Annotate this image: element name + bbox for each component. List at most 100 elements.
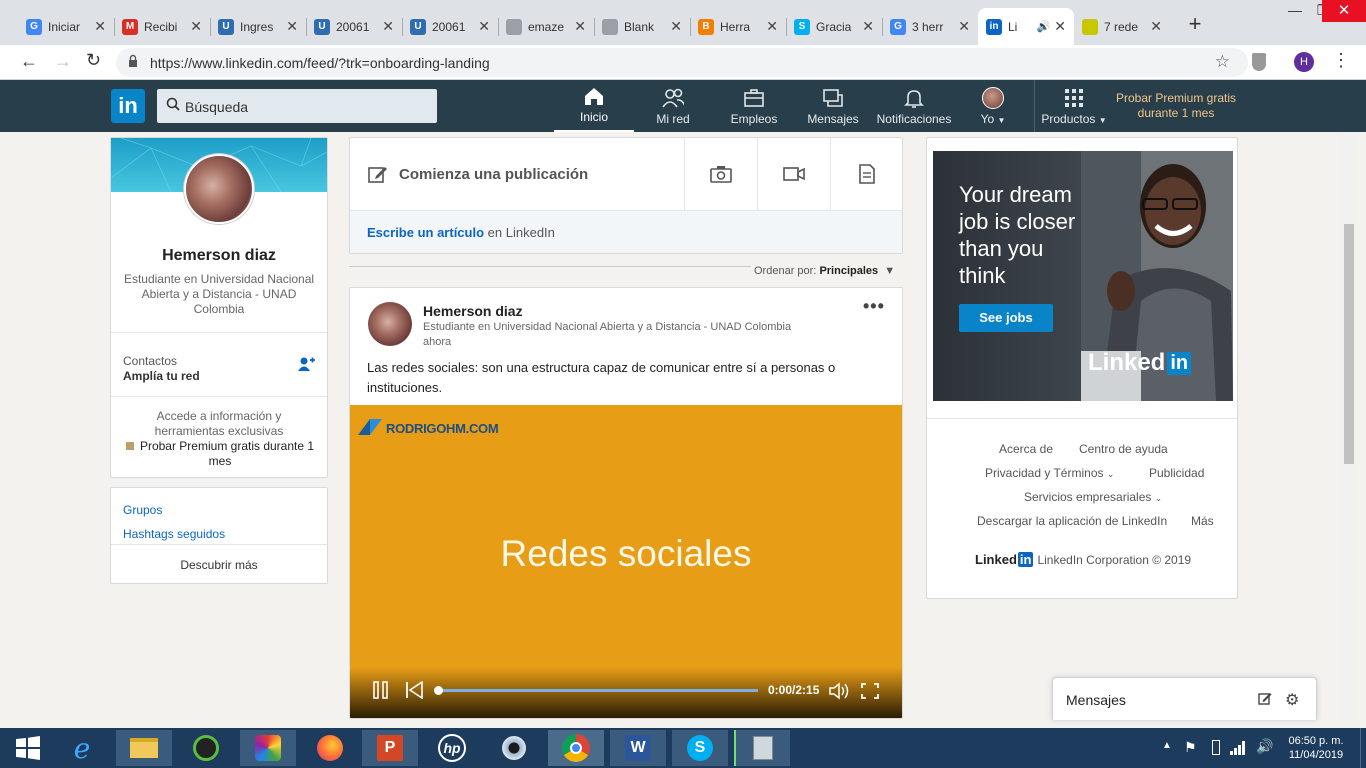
close-tab-icon[interactable]: ✕ (958, 18, 970, 35)
post-author-name[interactable]: Hemerson diaz (423, 303, 523, 319)
taskbar-explorer-icon[interactable] (116, 730, 172, 766)
close-tab-icon[interactable]: ✕ (670, 18, 682, 35)
browser-tab[interactable]: U 20061 ✕ (306, 8, 402, 45)
page-scrollbar[interactable] (1342, 132, 1356, 720)
forward-icon[interactable]: → (54, 51, 72, 72)
job-ad-banner[interactable]: Your dream job is closer than you think … (933, 151, 1233, 401)
compose-icon[interactable] (1258, 691, 1272, 708)
taskbar-chrome-icon[interactable] (548, 730, 604, 766)
profile-name[interactable]: Hemerson diaz (111, 247, 327, 265)
document-button[interactable] (831, 138, 903, 210)
premium-trial-link[interactable]: Probar Premium gratis durante 1 mes (1112, 91, 1240, 121)
nav-notifications[interactable]: Notificaciones (872, 80, 956, 132)
video-button[interactable] (758, 138, 830, 210)
footer-link-business[interactable]: Servicios empresariales ⌄ (1024, 490, 1162, 504)
shield-extension-icon[interactable] (1252, 53, 1266, 71)
taskbar-paint-icon[interactable] (240, 730, 296, 766)
tray-chevron-icon[interactable]: ▲ (1162, 740, 1172, 751)
close-tab-icon[interactable]: ✕ (1054, 18, 1066, 35)
back-icon[interactable]: ← (20, 51, 38, 72)
close-tab-icon[interactable]: ✕ (862, 18, 874, 35)
footer-link-help[interactable]: Centro de ayuda (1079, 442, 1168, 456)
taskbar-webcam-icon[interactable] (486, 730, 542, 766)
show-desktop-button[interactable] (1360, 728, 1366, 768)
browser-tab[interactable]: G Iniciar ✕ (18, 8, 114, 45)
volume-icon[interactable] (829, 682, 851, 700)
browser-tab[interactable]: G 3 herr ✕ (882, 8, 978, 45)
tray-battery-icon[interactable] (1212, 740, 1220, 755)
close-tab-icon[interactable]: ✕ (478, 18, 490, 35)
tray-flag-icon[interactable]: ⚑ (1184, 739, 1197, 756)
profile-avatar[interactable]: H (1294, 52, 1314, 72)
tray-volume-icon[interactable]: 🔊 (1256, 738, 1273, 755)
post-author-avatar[interactable] (368, 302, 412, 346)
taskbar-powerpoint-icon[interactable]: P (362, 730, 418, 766)
groups-link[interactable]: Grupos (123, 503, 162, 517)
start-button[interactable] (0, 730, 56, 766)
browser-tab[interactable]: emaze ✕ (498, 8, 594, 45)
sort-by-control[interactable]: Ordenar por: Principales ▼ (754, 265, 895, 277)
browser-tab[interactable]: B Herra ✕ (690, 8, 786, 45)
profile-photo[interactable] (184, 154, 254, 224)
nav-jobs[interactable]: Empleos (724, 80, 784, 132)
minimize-button[interactable]: — (1280, 2, 1310, 22)
photo-button[interactable] (685, 138, 757, 210)
close-tab-icon[interactable]: ✕ (94, 18, 106, 35)
search-input[interactable]: Búsqueda (157, 89, 437, 123)
hashtags-link[interactable]: Hashtags seguidos (123, 527, 225, 541)
browser-tab[interactable]: S Gracia ✕ (786, 8, 882, 45)
footer-link-privacy[interactable]: Privacidad y Términos ⌄ (985, 466, 1114, 480)
video-progress-bar[interactable] (434, 686, 758, 695)
reload-icon[interactable]: ↻ (86, 50, 101, 71)
fullscreen-icon[interactable] (861, 683, 879, 699)
footer-link-about[interactable]: Acerca de (999, 442, 1053, 456)
taskbar-hp-icon[interactable]: hp (424, 730, 480, 766)
linkedin-logo[interactable]: in (111, 89, 145, 123)
nav-my-network[interactable]: Mi red (643, 80, 703, 132)
taskbar-media-icon[interactable] (178, 730, 234, 766)
new-tab-button[interactable]: + (1184, 13, 1206, 36)
tray-signal-icon[interactable] (1230, 739, 1246, 758)
close-window-button[interactable]: ✕ (1322, 0, 1366, 22)
more-options-icon[interactable]: ••• (863, 296, 885, 317)
nav-products[interactable]: Productos ▼ (1038, 80, 1110, 132)
premium-promo-link[interactable]: Probar Premium gratis durante 1 mes (125, 439, 315, 469)
nav-messaging[interactable]: Mensajes (803, 80, 863, 132)
close-tab-icon[interactable]: ✕ (382, 18, 394, 35)
pause-icon[interactable] (373, 681, 389, 699)
browser-tab[interactable]: U 20061 ✕ (402, 8, 498, 45)
footer-link-more[interactable]: Más (1191, 514, 1214, 528)
contacts-section[interactable]: Contactos Amplía tu red (123, 354, 315, 384)
video-scrubber-handle[interactable] (434, 686, 443, 695)
see-jobs-button[interactable]: See jobs (959, 304, 1053, 332)
scrollbar-thumb[interactable] (1344, 224, 1354, 464)
add-contact-icon[interactable] (297, 356, 315, 375)
taskbar-window-icon[interactable] (734, 730, 790, 766)
taskbar-word-icon[interactable]: W (610, 730, 666, 766)
discover-more-button[interactable]: Descubrir más (111, 558, 327, 572)
close-tab-icon[interactable]: ✕ (1150, 18, 1162, 35)
messaging-overlay[interactable]: Mensajes ⚙ (1052, 677, 1317, 720)
nav-home[interactable]: Inicio (554, 80, 634, 132)
write-article-link[interactable]: Escribe un artículo (367, 225, 484, 240)
browser-tab[interactable]: Blank ✕ (594, 8, 690, 45)
video-player[interactable]: RODRIGOHM.COM Redes sociales 0:00/2:15 (350, 405, 902, 718)
browser-tab[interactable]: M Recibi ✕ (114, 8, 210, 45)
close-tab-icon[interactable]: ✕ (286, 18, 298, 35)
browser-tab[interactable]: in Li 🔊 ✕ (978, 8, 1074, 45)
settings-gear-icon[interactable]: ⚙ (1285, 690, 1299, 710)
browser-tab[interactable]: U Ingres ✕ (210, 8, 306, 45)
menu-icon[interactable]: ⋮ (1332, 50, 1350, 71)
footer-link-app[interactable]: Descargar la aplicación de LinkedIn (977, 514, 1167, 528)
address-bar[interactable]: https://www.linkedin.com/feed/?trk=onboa… (116, 48, 1248, 77)
tray-clock[interactable]: 06:50 p. m. 11/04/2019 (1284, 734, 1348, 762)
close-tab-icon[interactable]: ✕ (766, 18, 778, 35)
taskbar-firefox-icon[interactable] (302, 730, 358, 766)
close-tab-icon[interactable]: ✕ (190, 18, 202, 35)
nav-me[interactable]: Yo ▼ (970, 80, 1016, 132)
close-tab-icon[interactable]: ✕ (574, 18, 586, 35)
skip-back-icon[interactable] (405, 680, 425, 700)
footer-link-advertising[interactable]: Publicidad (1149, 466, 1204, 480)
taskbar-ie-icon[interactable]: e (54, 730, 110, 766)
taskbar-skype-icon[interactable]: S (672, 730, 728, 766)
